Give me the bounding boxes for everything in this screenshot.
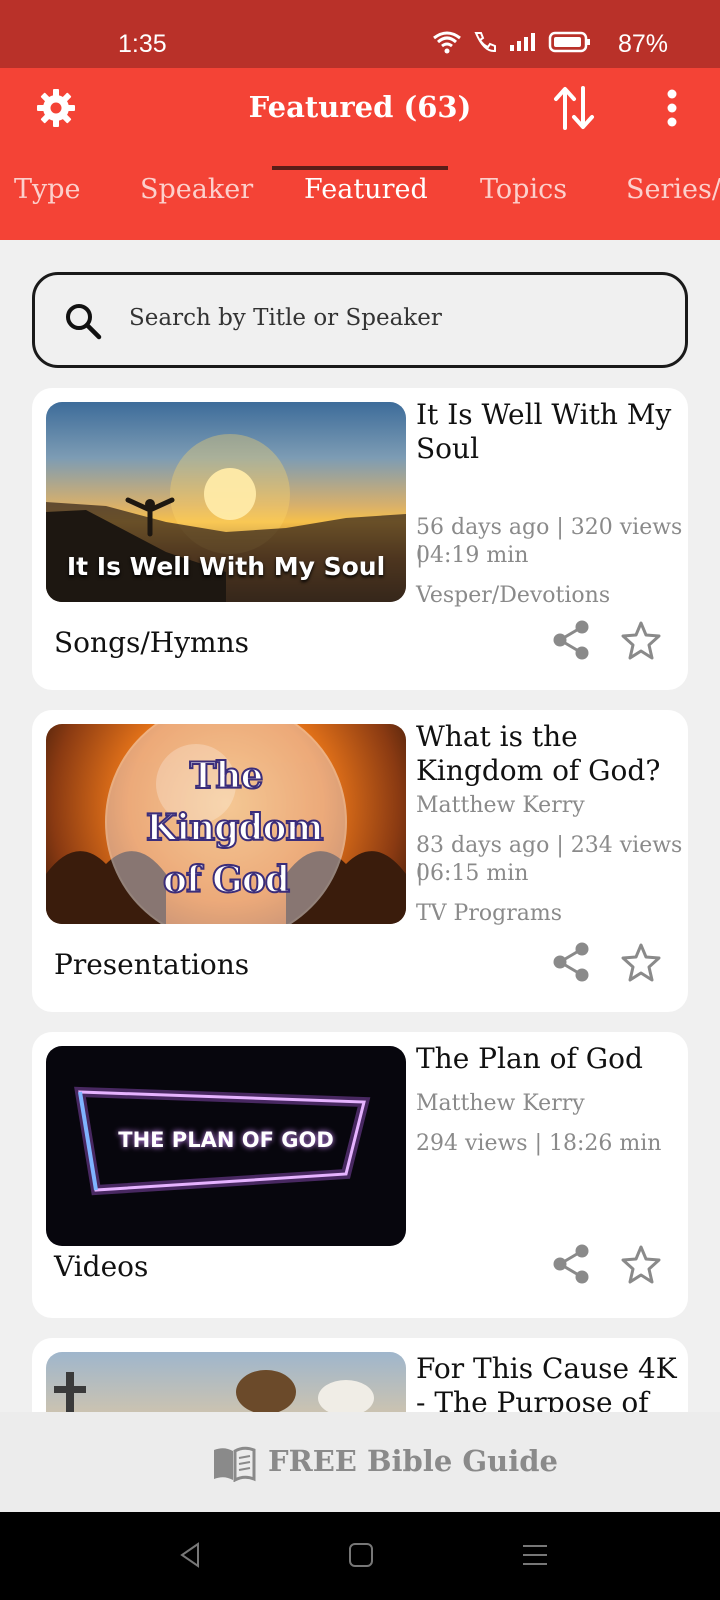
item-type: Vesper/Devotions	[416, 583, 611, 608]
video-thumbnail[interactable]: THE PLAN OF GOD	[46, 1046, 406, 1246]
star-icon[interactable]	[620, 1244, 662, 1284]
status-icons	[432, 30, 592, 54]
star-icon[interactable]	[620, 942, 662, 982]
thumbnail-caption: THE PLAN OF GOD	[118, 1128, 334, 1152]
share-icon[interactable]	[552, 1244, 590, 1284]
list-item[interactable]: It Is Well With My Soul It Is Well With …	[32, 388, 688, 690]
video-thumbnail[interactable]: The Kingdom of God	[46, 724, 406, 924]
item-category: Presentations	[54, 948, 250, 981]
share-icon[interactable]	[552, 620, 590, 660]
item-title[interactable]: It Is Well With My Soul	[416, 398, 688, 466]
signal-icon	[510, 33, 535, 51]
item-duration: 06:15 min	[416, 861, 529, 886]
tab-topics[interactable]: Topics	[480, 174, 567, 205]
star-icon[interactable]	[620, 620, 662, 660]
item-category: Songs/Hymns	[54, 626, 249, 659]
more-options-icon[interactable]	[656, 88, 688, 128]
battery-icon	[548, 31, 590, 53]
back-icon[interactable]	[176, 1540, 206, 1570]
wifi-icon	[433, 31, 461, 54]
status-bar: 1:35 87%	[0, 0, 720, 68]
tab-type[interactable]: Type	[14, 174, 81, 205]
item-title[interactable]: What is the Kingdom of God?	[416, 720, 688, 788]
list-item[interactable]: The Kingdom of God What is the Kingdom o…	[32, 710, 688, 1012]
item-title[interactable]: For This Cause 4K - The Purpose of	[416, 1352, 688, 1420]
video-thumbnail[interactable]: It Is Well With My Soul	[46, 402, 406, 602]
page-title: Featured (63)	[248, 90, 472, 124]
call-icon	[474, 32, 496, 53]
battery-percent: 87%	[617, 30, 668, 58]
banner-label: FREE Bible Guide	[268, 1444, 558, 1478]
app-bar: Featured (63) Type Speaker Featured Topi…	[0, 68, 720, 240]
item-speaker[interactable]: Matthew Kerry	[416, 792, 688, 820]
status-time: 1:35	[118, 30, 167, 58]
share-icon[interactable]	[552, 942, 590, 982]
search-placeholder: Search by Title or Speaker	[129, 305, 442, 331]
system-nav-bar	[0, 1512, 720, 1600]
item-category: Videos	[54, 1250, 149, 1283]
thumbnail-caption: The Kingdom of God	[145, 754, 325, 902]
tab-speaker[interactable]: Speaker	[140, 174, 253, 205]
item-speaker[interactable]: Matthew Kerry	[416, 1090, 688, 1118]
search-icon	[66, 304, 102, 340]
tab-featured[interactable]: Featured	[304, 174, 428, 205]
search-input[interactable]: Search by Title or Speaker	[32, 272, 688, 368]
item-duration: 04:19 min	[416, 543, 529, 568]
sort-icon[interactable]	[552, 84, 596, 132]
book-icon	[214, 1446, 256, 1482]
tab-bar: Type Speaker Featured Topics Series/C	[0, 168, 720, 240]
list-item[interactable]: THE PLAN OF GOD The Plan of God Matthew …	[32, 1032, 688, 1318]
recents-icon[interactable]	[520, 1540, 550, 1570]
tab-indicator	[272, 166, 448, 170]
item-type: TV Programs	[416, 901, 562, 926]
tab-series[interactable]: Series/C	[626, 174, 720, 205]
item-title[interactable]: The Plan of God	[416, 1042, 688, 1076]
item-meta: 294 views | 18:26 min	[416, 1131, 662, 1156]
home-icon[interactable]	[346, 1540, 376, 1570]
bible-guide-banner[interactable]: FREE Bible Guide	[0, 1412, 720, 1512]
thumbnail-caption: It Is Well With My Soul	[66, 552, 386, 581]
